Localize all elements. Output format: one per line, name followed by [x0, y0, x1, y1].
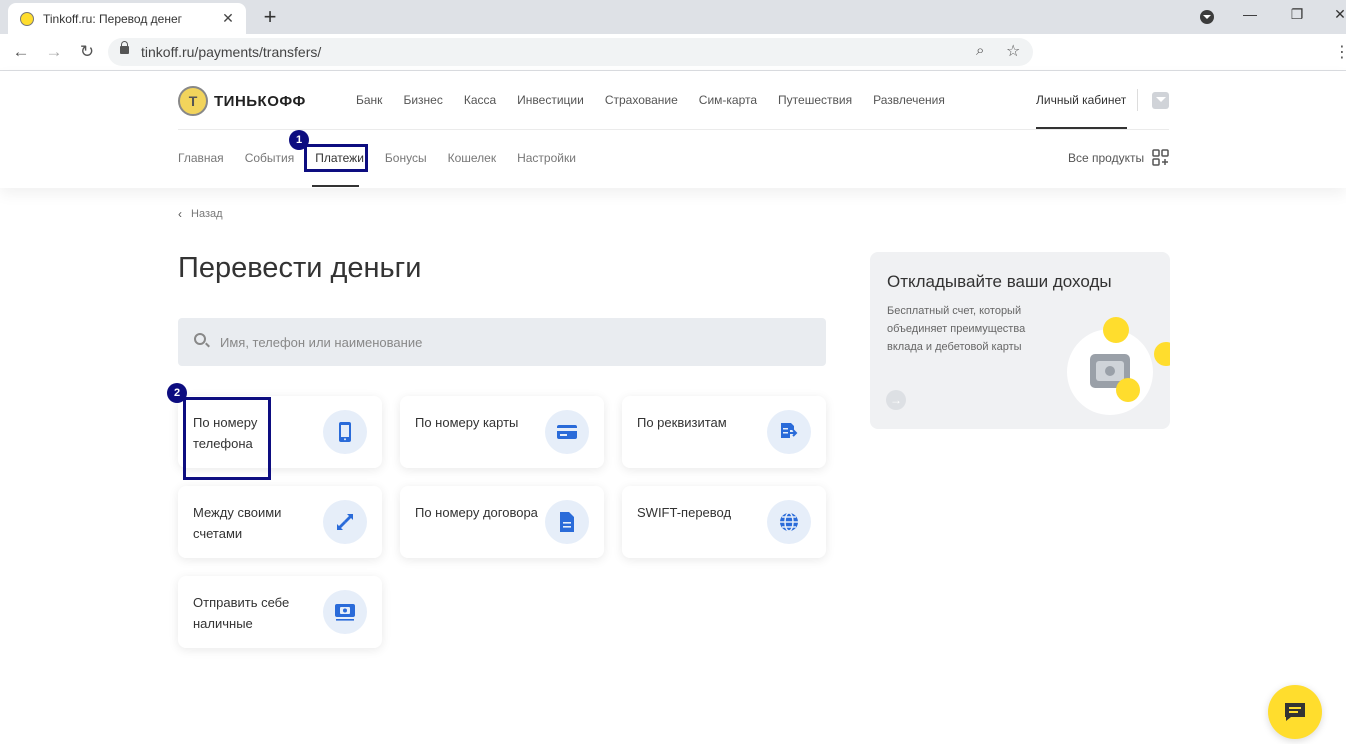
card-label: SWIFT-перевод — [637, 505, 732, 520]
all-products-grid-icon[interactable] — [1152, 149, 1169, 166]
tinkoff-favicon-icon — [20, 11, 34, 26]
back-link-label: Назад — [191, 208, 223, 220]
card-label: Между своими счетами — [193, 505, 282, 541]
logo-text: ТИНЬКОФФ — [214, 92, 306, 110]
all-products-link[interactable]: Все продукты — [1068, 151, 1144, 165]
minimize-button[interactable]: — — [1240, 6, 1260, 22]
zoom-icon[interactable]: ⌕ — [976, 42, 984, 59]
subnav-item-events[interactable]: События — [245, 151, 295, 165]
user-avatar-icon[interactable] — [1152, 92, 1169, 109]
promo-banner[interactable]: Откладывайте ваши доходы Бесплатный счет… — [870, 252, 1170, 429]
browser-tab-bar: Tinkoff.ru: Перевод денег ✕ + — ❐ ✕ — [0, 0, 1346, 34]
requisites-icon — [767, 410, 811, 454]
card-icon — [545, 410, 589, 454]
transfer-card-swift[interactable]: SWIFT-перевод — [622, 486, 826, 558]
bookmark-star-icon[interactable]: ☆ — [1006, 41, 1020, 61]
tinkoff-logo[interactable]: Т ТИНЬКОФФ — [178, 86, 306, 116]
back-link[interactable]: ‹ Назад — [178, 207, 223, 221]
transfer-card-cash[interactable]: Отправить себе наличные — [178, 576, 382, 648]
personal-cabinet-link[interactable]: Личный кабинет — [1036, 93, 1126, 107]
tab-close-icon[interactable]: ✕ — [220, 10, 236, 27]
topnav-item-kassa[interactable]: Касса — [464, 93, 496, 107]
annotation-badge-1: 1 — [289, 130, 309, 150]
globe-icon — [767, 500, 811, 544]
url-text[interactable]: tinkoff.ru/payments/transfers/ — [141, 44, 321, 60]
chat-button[interactable] — [1268, 685, 1322, 739]
logo-emblem-icon: Т — [178, 86, 208, 116]
transfer-card-requisites[interactable]: По реквизитам — [622, 396, 826, 468]
topnav-item-investments[interactable]: Инвестиции — [517, 93, 584, 107]
topnav-item-entertainment[interactable]: Развлечения — [873, 93, 945, 107]
top-navigation: Банк Бизнес Касса Инвестиции Страхование… — [356, 93, 966, 107]
topnav-item-travel[interactable]: Путешествия — [778, 93, 852, 107]
forward-arrow-icon[interactable]: → — [43, 42, 65, 62]
back-arrow-icon[interactable]: ← — [10, 42, 32, 62]
close-window-button[interactable]: ✕ — [1330, 6, 1346, 23]
subnav-item-settings[interactable]: Настройки — [517, 151, 576, 165]
topnav-item-business[interactable]: Бизнес — [403, 93, 442, 107]
restore-button[interactable]: ❐ — [1287, 6, 1307, 23]
subnav-item-wallet[interactable]: Кошелек — [448, 151, 497, 165]
omnibox[interactable]: tinkoff.ru/payments/transfers/ ⌕ ☆ — [108, 38, 1033, 66]
subnav-item-bonuses[interactable]: Бонусы — [385, 151, 427, 165]
card-label: По номеру договора — [415, 505, 538, 520]
header-divider — [178, 129, 1169, 130]
new-tab-button[interactable]: + — [258, 5, 282, 29]
transfer-card-card-number[interactable]: По номеру карты — [400, 396, 604, 468]
browser-tab[interactable]: Tinkoff.ru: Перевод денег ✕ — [8, 3, 246, 34]
topnav-item-insurance[interactable]: Страхование — [605, 93, 678, 107]
subnav-item-home[interactable]: Главная — [178, 151, 224, 165]
card-label: По реквизитам — [637, 415, 727, 430]
chat-icon — [1285, 703, 1305, 721]
address-bar: ← → ↻ tinkoff.ru/payments/transfers/ ⌕ ☆… — [0, 34, 1346, 71]
transfer-card-between-accounts[interactable]: Между своими счетами — [178, 486, 382, 558]
search-input[interactable] — [220, 331, 800, 353]
reload-icon[interactable]: ↻ — [76, 42, 98, 62]
topnav-item-bank[interactable]: Банк — [356, 93, 382, 107]
browser-menu-icon[interactable]: ⋮ — [1334, 42, 1346, 62]
annotation-badge-2: 2 — [167, 383, 187, 403]
safe-coins-illustration — [1067, 317, 1170, 415]
tab-title: Tinkoff.ru: Перевод денег — [43, 11, 183, 26]
sub-navigation: Главная События Платежи Бонусы Кошелек Н… — [178, 151, 597, 165]
card-label: По номеру карты — [415, 415, 519, 430]
cash-icon — [323, 590, 367, 634]
annotation-box-2 — [183, 397, 271, 480]
exchange-arrows-icon — [323, 500, 367, 544]
card-label: Отправить себе наличные — [193, 595, 290, 631]
profile-menu-icon[interactable] — [1200, 10, 1214, 24]
page-title: Перевести деньги — [178, 252, 422, 284]
transfer-card-contract[interactable]: По номеру договора — [400, 486, 604, 558]
promo-text: Бесплатный счет, который объединяет преи… — [887, 305, 1026, 353]
lock-icon — [120, 41, 129, 54]
document-icon — [545, 500, 589, 544]
chevron-left-icon: ‹ — [178, 207, 182, 221]
phone-icon — [323, 410, 367, 454]
payments-active-underline — [312, 185, 359, 187]
search-icon — [194, 333, 206, 345]
arrow-right-icon[interactable]: → — [886, 390, 906, 410]
topnav-item-sim[interactable]: Сим-карта — [699, 93, 757, 107]
header-separator — [1137, 89, 1138, 111]
search-box[interactable] — [178, 318, 826, 366]
promo-title: Откладывайте ваши доходы — [887, 272, 1112, 291]
site-header: Т ТИНЬКОФФ Банк Бизнес Касса Инвестиции … — [0, 71, 1346, 188]
annotation-box-1 — [304, 144, 368, 172]
